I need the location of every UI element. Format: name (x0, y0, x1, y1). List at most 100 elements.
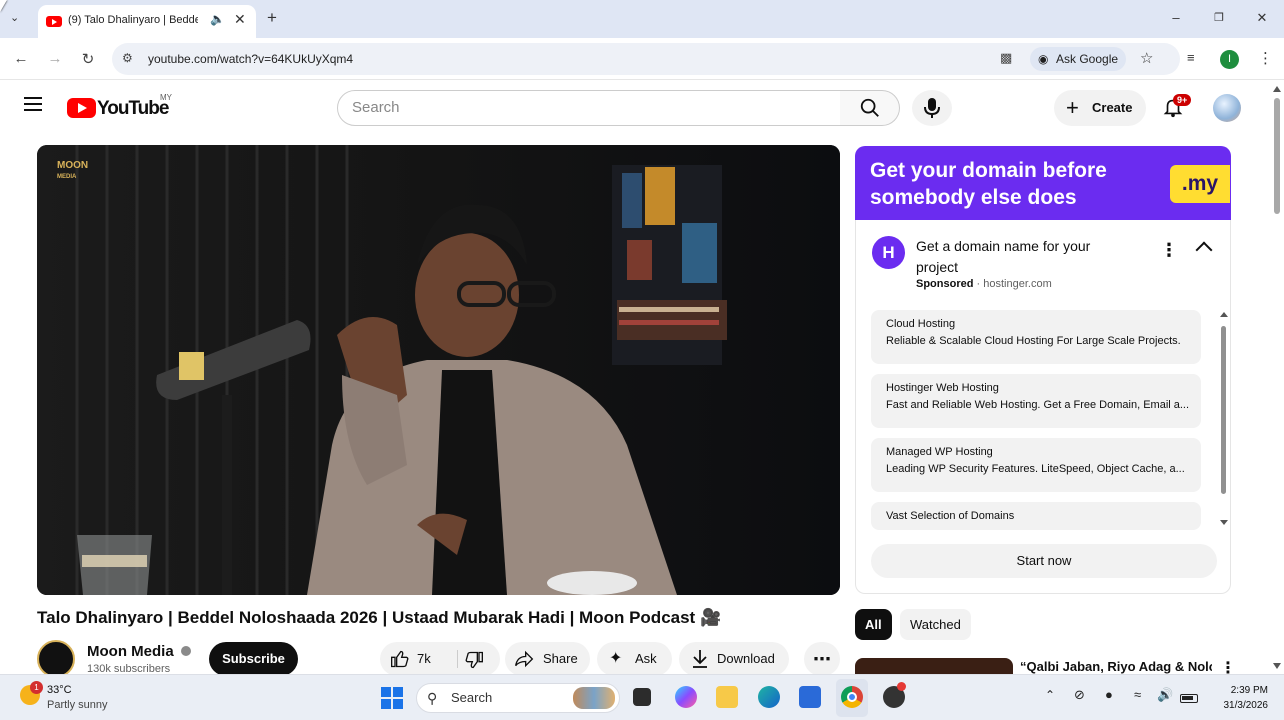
weather-condition: Partly sunny (47, 699, 108, 711)
scroll-thumb[interactable] (1221, 326, 1226, 494)
ad-sitelink-desc: Leading WP Security Features. LiteSpeed,… (886, 463, 1185, 475)
profile-avatar[interactable]: I (1220, 50, 1239, 69)
weather-widget[interactable]: 1 33°C Partly sunny (18, 681, 128, 715)
scroll-down-arrow-icon[interactable] (1220, 520, 1228, 525)
window-close-icon[interactable]: ✕ (1252, 10, 1272, 26)
tab-close-icon[interactable]: ✕ (234, 11, 246, 28)
video-frame (37, 145, 840, 595)
ad-banner[interactable]: Get your domain before somebody else doe… (855, 146, 1231, 220)
microphone-icon (924, 98, 940, 118)
app-icon-with-badge[interactable] (883, 682, 906, 708)
ad-sitelink[interactable]: Vast Selection of Domains (871, 502, 1201, 530)
start-button-windows-icon[interactable] (381, 687, 403, 709)
reload-icon[interactable]: ↻ (78, 50, 98, 68)
account-avatar[interactable] (1213, 94, 1241, 122)
microsoft-store-icon[interactable] (799, 686, 821, 708)
page-scroll-up-icon[interactable] (1273, 86, 1281, 92)
verified-icon (180, 646, 191, 656)
ad-sitelink-title: Hostinger Web Hosting (886, 382, 999, 394)
collapse-chevron-icon[interactable] (1195, 241, 1213, 259)
recommended-video-thumbnail[interactable] (855, 658, 1013, 674)
minimize-icon[interactable]: – (1166, 10, 1186, 25)
clock-time: 2:39 PM (1230, 685, 1268, 696)
ad-headline[interactable]: Get a domain name for your project (916, 236, 1090, 278)
tab-youtube-video[interactable]: (9) Talo Dhalinyaro | Beddel 🔈 ✕ (38, 5, 256, 38)
like-button[interactable]: 7k (390, 642, 450, 676)
chrome-icon[interactable] (841, 686, 863, 708)
advertiser-logo[interactable]: H (872, 236, 905, 269)
guide-menu-icon[interactable] (24, 97, 42, 111)
ask-button[interactable]: ✦ Ask (597, 642, 672, 676)
ad-sitelink-title: Cloud Hosting (886, 318, 956, 330)
share-button[interactable]: Share (505, 642, 590, 676)
file-explorer-icon[interactable] (716, 686, 738, 708)
address-bar[interactable]: ⚙ youtube.com/watch?v=64KUkUyXqm4 ▩ ◉ As… (112, 43, 1180, 75)
download-button[interactable]: Download (679, 642, 789, 676)
sponsored-label: Sponsored (916, 278, 974, 290)
filter-chip-all[interactable]: All (855, 609, 892, 640)
subscribe-label: Subscribe (222, 651, 285, 666)
back-icon[interactable]: ← (11, 50, 31, 67)
ad-sitelink[interactable]: Cloud Hosting Reliable & Scalable Cloud … (871, 310, 1201, 364)
search-button[interactable] (840, 90, 900, 126)
page-scroll-thumb[interactable] (1274, 98, 1280, 214)
forward-icon[interactable]: → (45, 50, 65, 67)
like-count: 7k (417, 651, 431, 666)
create-button[interactable]: + Create (1054, 90, 1146, 126)
bookmark-star-icon[interactable]: ☆ (1140, 49, 1153, 67)
media-controls-icon[interactable]: ≡ (1187, 50, 1195, 65)
voice-search-button[interactable] (912, 90, 952, 126)
ad-headline-line-1: Get a domain name for your (916, 238, 1091, 254)
url-text: youtube.com/watch?v=64KUkUyXqm4 (148, 52, 354, 66)
task-view-icon[interactable] (633, 688, 651, 706)
youtube-favicon-icon (46, 16, 62, 27)
tab-search-dropdown-icon[interactable]: ⌄ (10, 11, 19, 24)
channel-avatar[interactable] (37, 640, 75, 678)
new-tab-icon[interactable]: + (267, 8, 277, 28)
ad-sitelink[interactable]: Hostinger Web Hosting Fast and Reliable … (871, 374, 1201, 428)
notifications-button[interactable]: 9+ (1162, 94, 1192, 120)
channel-name[interactable]: Moon Media (87, 643, 191, 660)
mouse-cursor-icon (0, 0, 7, 12)
recommended-video-title[interactable]: “Qalbi Jaban, Riyo Adag & Nolol (1020, 659, 1212, 674)
speaker-icon[interactable]: 🔈 (210, 12, 225, 26)
download-icon (693, 650, 707, 668)
browser-menu-icon[interactable]: ⋮ (1258, 49, 1273, 67)
channel-watermark: MOON MEDIA (57, 161, 88, 182)
scroll-up-arrow-icon[interactable] (1220, 312, 1228, 317)
edge-icon[interactable] (758, 686, 780, 708)
ad-menu-icon[interactable]: ⋮ (1160, 240, 1178, 261)
clock[interactable]: 2:39 PM 31/3/2026 (1212, 683, 1269, 713)
restore-icon[interactable]: ❐ (1209, 11, 1229, 24)
filter-chip-watched[interactable]: Watched (900, 609, 971, 640)
ad-sitelink[interactable]: Managed WP Hosting Leading WP Security F… (871, 438, 1201, 492)
ad-banner-line-2: somebody else does (870, 186, 1077, 209)
search-input[interactable]: Search (337, 90, 841, 126)
site-info-icon[interactable]: ⚙ (122, 51, 133, 65)
microphone-tray-icon[interactable]: ● (1105, 687, 1113, 702)
page-scroll-down-icon[interactable] (1273, 663, 1281, 669)
video-player[interactable]: MOON MEDIA (37, 145, 840, 595)
youtube-logo[interactable]: YouTube MY (67, 93, 177, 119)
sitelinks-scrollbar[interactable] (1220, 312, 1228, 525)
thumbs-down-icon (465, 651, 483, 669)
page-scrollbar[interactable] (1270, 80, 1284, 674)
more-actions-button[interactable]: ⋯ (804, 642, 840, 676)
ask-google-button[interactable]: ◉ Ask Google (1030, 47, 1127, 71)
dislike-button[interactable] (460, 642, 496, 676)
taskbar-search-box[interactable]: ⚲ Search (416, 683, 620, 713)
taskbar-search-label: Search (451, 690, 493, 705)
install-app-icon[interactable]: ▩ (1000, 50, 1012, 66)
wifi-icon[interactable]: ≈ (1134, 687, 1141, 702)
network-off-icon[interactable]: ⊘ (1074, 687, 1085, 703)
show-hidden-icons-icon[interactable]: ⌃ (1045, 688, 1055, 702)
subscribe-button[interactable]: Subscribe (209, 642, 298, 676)
volume-icon[interactable]: 🔊 (1157, 687, 1173, 703)
browser-tab-strip: ⌄ (9) Talo Dhalinyaro | Beddel 🔈 ✕ + – ❐… (0, 0, 1284, 38)
clock-date: 31/3/2026 (1223, 700, 1269, 711)
start-now-button[interactable]: Start now (871, 544, 1217, 578)
copilot-icon[interactable] (675, 686, 697, 708)
notification-count-badge: 9+ (1173, 94, 1192, 106)
battery-icon[interactable] (1180, 694, 1198, 703)
watermark-subtext: MEDIA (57, 174, 77, 180)
